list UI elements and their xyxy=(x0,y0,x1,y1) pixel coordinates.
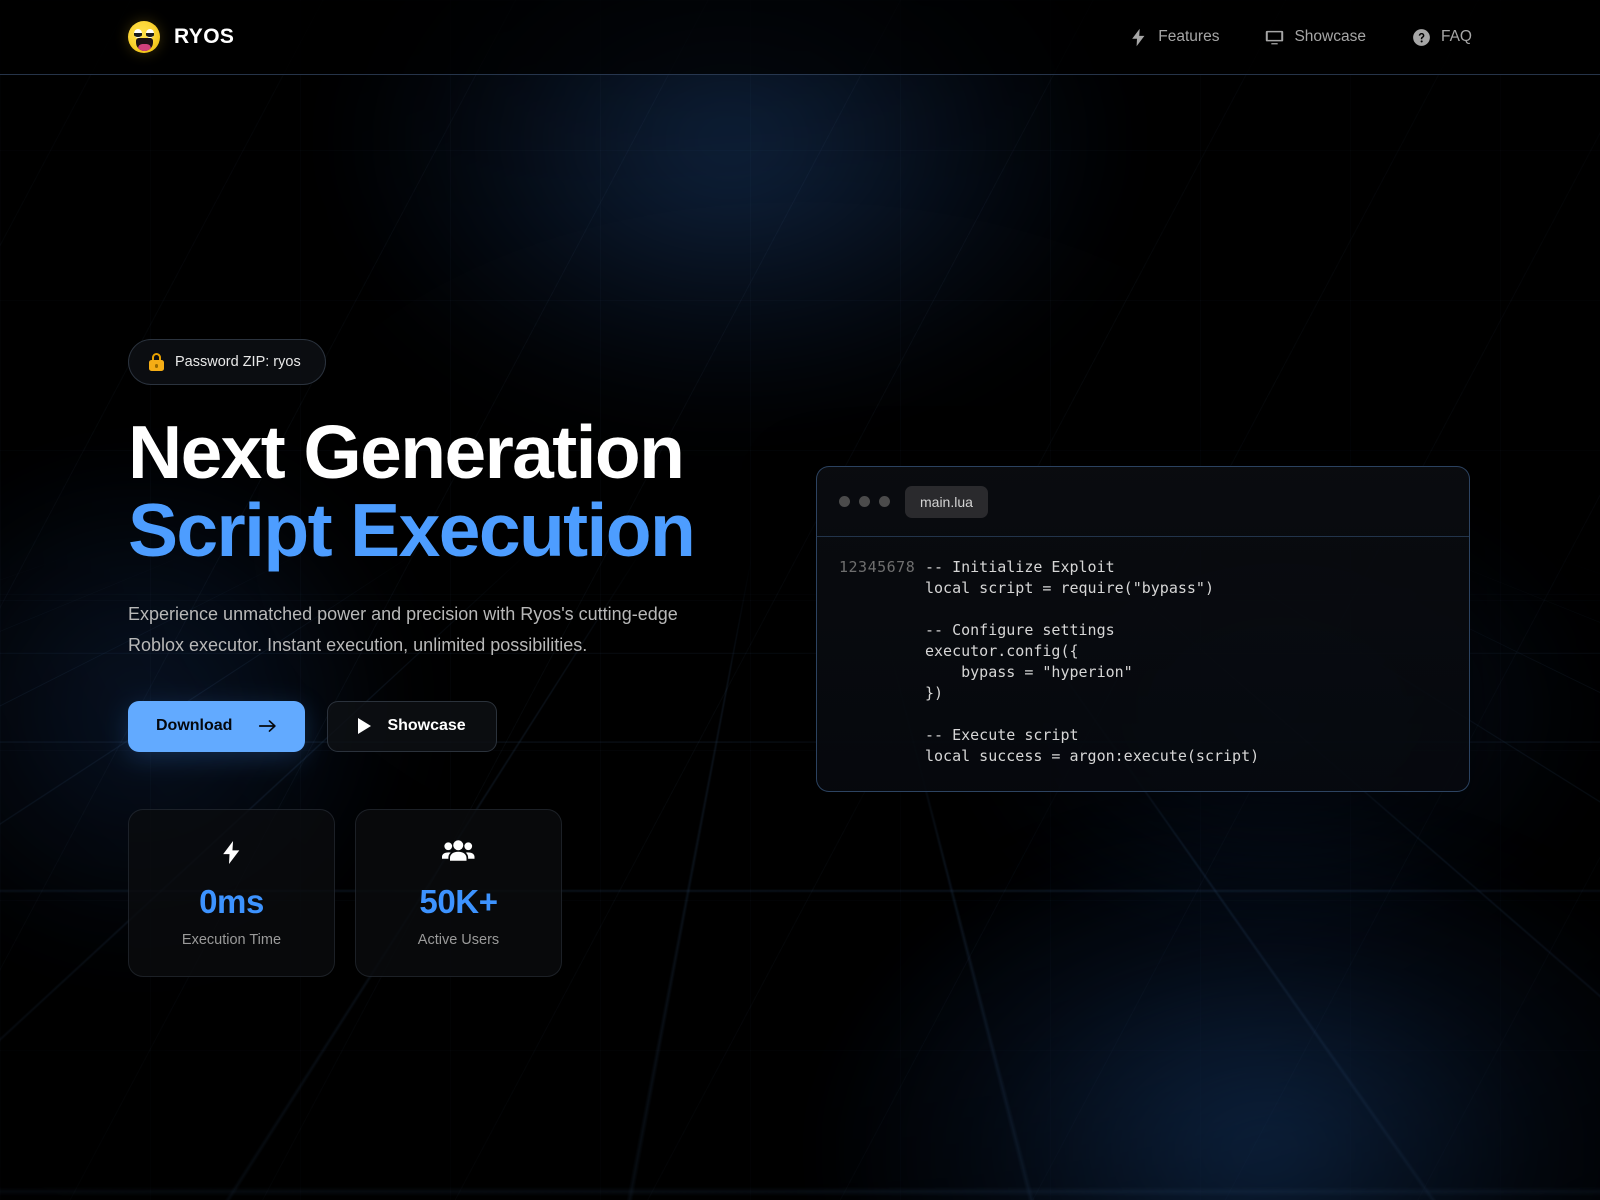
nav-item-features-label: Features xyxy=(1158,28,1220,45)
showcase-button[interactable]: Showcase xyxy=(327,700,497,752)
brand-name: RYOS xyxy=(174,25,235,48)
code-preview-panel: main.lua 12345678 -- Initialize Exploit … xyxy=(816,466,1470,792)
brand-logo-link[interactable]: RYOS xyxy=(128,21,234,53)
lock-icon xyxy=(149,353,164,371)
play-icon xyxy=(358,718,372,735)
top-navigation-bar: RYOS Features Showcase FAQ xyxy=(0,0,1600,75)
hero-subtitle: Experience unmatched power and precision… xyxy=(128,604,678,655)
line-number-gutter: 12345678 xyxy=(839,558,916,576)
window-dot-minimize[interactable] xyxy=(859,496,870,507)
code-content[interactable]: -- Initialize Exploit local script = req… xyxy=(925,557,1469,767)
users-group-icon xyxy=(366,840,551,866)
stat-card-active-users: 50K+ Active Users xyxy=(355,808,562,977)
question-circle-icon xyxy=(1412,28,1431,47)
file-tab-main-lua[interactable]: main.lua xyxy=(905,485,988,518)
nav-item-faq[interactable]: FAQ xyxy=(1412,28,1472,47)
stat-label: Execution Time xyxy=(181,931,282,948)
window-dot-close[interactable] xyxy=(839,496,850,507)
stats-row: 0ms Execution Time 50K+ Active Users xyxy=(128,808,1472,977)
awesome-face-emoji-icon xyxy=(128,21,160,53)
arrow-right-icon xyxy=(258,719,277,733)
download-button-label: Download xyxy=(156,717,233,735)
nav-item-showcase[interactable]: Showcase xyxy=(1265,28,1366,47)
lightning-bolt-icon xyxy=(1129,28,1148,47)
password-zip-badge[interactable]: Password ZIP: ryos xyxy=(128,339,326,385)
stat-value: 0ms xyxy=(199,882,264,920)
showcase-button-label: Showcase xyxy=(387,717,466,735)
lightning-bolt-icon xyxy=(139,840,324,866)
password-zip-badge-label: Password ZIP: ryos xyxy=(175,354,301,370)
stat-value: 50K+ xyxy=(419,882,498,920)
window-dot-maximize[interactable] xyxy=(879,496,890,507)
nav-item-showcase-label: Showcase xyxy=(1294,28,1366,45)
nav-item-features[interactable]: Features xyxy=(1129,28,1219,47)
window-control-dots xyxy=(839,496,890,507)
download-button[interactable]: Download xyxy=(128,700,306,752)
stat-label: Active Users xyxy=(417,931,500,948)
nav-item-faq-label: FAQ xyxy=(1440,28,1472,45)
stat-card-execution-time: 0ms Execution Time xyxy=(128,808,335,977)
code-panel-header: main.lua xyxy=(817,467,1469,537)
code-body: 12345678 -- Initialize Exploit local scr… xyxy=(817,537,1469,767)
monitor-icon xyxy=(1265,28,1284,47)
nav-links: Features Showcase FAQ xyxy=(1129,28,1472,47)
